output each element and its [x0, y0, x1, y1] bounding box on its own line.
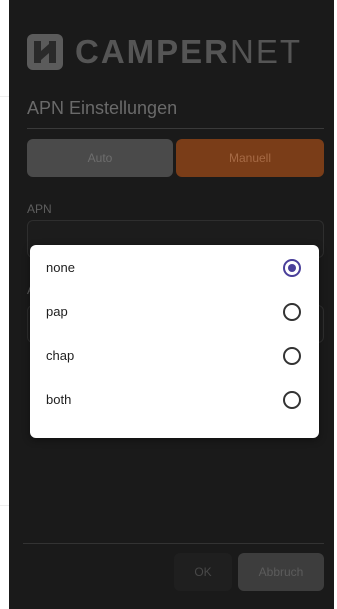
brand-wordmark-bold: CAMPER [75, 33, 231, 70]
auth-option-none[interactable]: none [30, 245, 319, 291]
campernet-logo-icon [27, 34, 63, 70]
apn-label: APN [27, 202, 52, 216]
footer-divider [23, 543, 324, 544]
auth-option-both[interactable]: both [30, 377, 319, 423]
option-label: pap [46, 304, 68, 319]
brand-wordmark-light: NET [230, 33, 303, 70]
auth-option-pap[interactable]: pap [30, 289, 319, 335]
cancel-button[interactable]: Abbruch [238, 553, 324, 591]
radio-button-icon[interactable] [283, 347, 301, 365]
option-label: chap [46, 348, 75, 363]
option-label: both [46, 392, 72, 407]
auth-type-dialog: none pap chap both [30, 245, 319, 438]
radio-button-icon[interactable] [283, 303, 301, 321]
phone-screen: CAMPERNET APN Einstellungen Auto Manuell… [9, 0, 334, 609]
title-divider [27, 128, 324, 129]
ok-button[interactable]: OK [174, 553, 232, 591]
auth-option-chap[interactable]: chap [30, 333, 319, 379]
brand-wordmark: CAMPERNET [75, 32, 302, 72]
mode-manual-button[interactable]: Manuell [176, 139, 324, 177]
brand-logo: CAMPERNET [27, 32, 302, 72]
page-title: APN Einstellungen [27, 98, 178, 118]
option-label: none [46, 260, 75, 275]
radio-button-icon[interactable] [283, 259, 301, 277]
mode-auto-button[interactable]: Auto [27, 139, 173, 177]
radio-button-icon[interactable] [283, 391, 301, 409]
